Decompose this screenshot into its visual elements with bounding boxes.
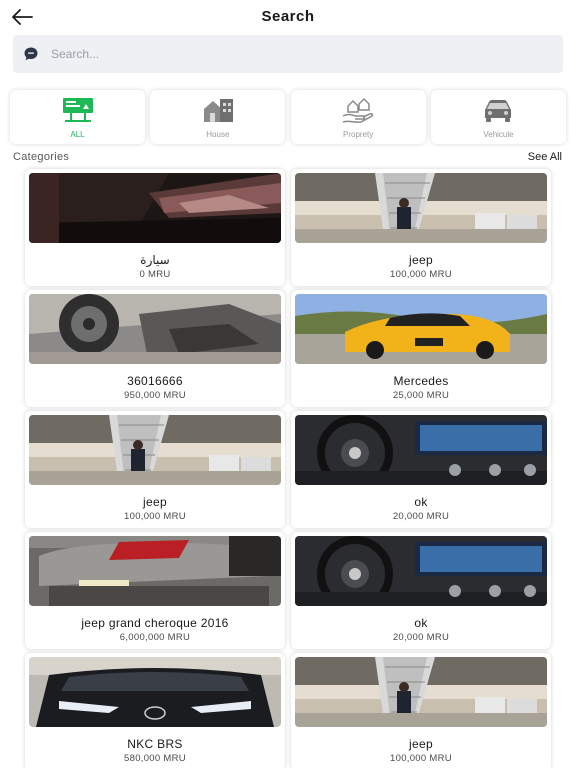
house-icon	[203, 99, 233, 122]
section-title: Categories	[13, 151, 70, 163]
chat-search-icon	[24, 47, 38, 61]
listing-name: سيارة	[140, 253, 170, 267]
listing-card[interactable]: ok 20,000 MRU	[291, 532, 551, 649]
listing-card[interactable]: Mercedes 25,000 MRU	[291, 290, 551, 407]
listing-price: 950,000 MRU	[124, 390, 186, 401]
tab-all[interactable]: ALL	[10, 90, 145, 144]
page-title: Search	[261, 8, 315, 25]
listing-name: jeep	[143, 495, 167, 509]
listing-name: jeep grand cheroque 2016	[81, 616, 229, 630]
listing-name: Mercedes	[393, 374, 449, 388]
listing-image	[29, 415, 281, 485]
listing-image	[29, 294, 281, 364]
listing-image	[295, 657, 547, 727]
listing-image	[295, 173, 547, 243]
listing-price: 100,000 MRU	[124, 511, 186, 522]
listing-price: 100,000 MRU	[390, 269, 452, 280]
categories-header: Categories See All	[13, 150, 562, 164]
tab-house[interactable]: House	[150, 90, 286, 144]
listing-image	[29, 536, 281, 606]
listing-card[interactable]: jeep 100,000 MRU	[291, 169, 551, 286]
listing-price: 25,000 MRU	[392, 390, 450, 401]
listing-card[interactable]: ok 20,000 MRU	[291, 411, 551, 528]
listing-price: 0 MRU	[139, 269, 171, 280]
search-bar[interactable]	[13, 35, 563, 73]
listing-price: 100,000 MRU	[390, 753, 452, 764]
listing-price: 20,000 MRU	[392, 511, 450, 522]
billboard-icon	[62, 98, 93, 122]
listing-image	[295, 415, 547, 485]
property-hand-icon	[342, 97, 374, 123]
tab-vehicle[interactable]: Vehicule	[430, 90, 566, 144]
listing-card[interactable]: 36016666 950,000 MRU	[25, 290, 285, 407]
listing-image	[29, 173, 281, 243]
tab-house-label: House	[206, 130, 230, 139]
listing-price: 580,000 MRU	[124, 753, 186, 764]
category-tabs: ALL House Proprety Vehicule	[10, 90, 566, 144]
listing-card[interactable]: jeep 100,000 MRU	[25, 411, 285, 528]
listing-image	[29, 657, 281, 727]
listing-card[interactable]: سيارة 0 MRU	[25, 169, 285, 286]
listing-price: 20,000 MRU	[392, 632, 450, 643]
listing-image	[295, 536, 547, 606]
listing-name: jeep	[409, 737, 433, 751]
see-all-link[interactable]: See All	[528, 151, 562, 163]
top-bar: Search	[0, 0, 576, 34]
listing-image	[295, 294, 547, 364]
listing-price: 6,000,000 MRU	[119, 632, 191, 643]
tab-property-label: Proprety	[343, 130, 374, 139]
tab-vehicle-label: Vehicule	[483, 130, 514, 139]
listing-card[interactable]: jeep grand cheroque 2016 6,000,000 MRU	[25, 532, 285, 649]
car-icon	[485, 100, 512, 122]
listing-name: ok	[414, 495, 428, 509]
search-input[interactable]	[51, 47, 531, 61]
listing-card[interactable]: NKC BRS 580,000 MRU	[25, 653, 285, 768]
listing-name: jeep	[409, 253, 433, 267]
tab-all-label: ALL	[70, 130, 85, 139]
listing-card[interactable]: jeep 100,000 MRU	[291, 653, 551, 768]
listing-name: ok	[414, 616, 428, 630]
listing-name: NKC BRS	[127, 737, 183, 751]
listing-name: 36016666	[127, 374, 183, 388]
tab-property[interactable]: Proprety	[290, 90, 426, 144]
